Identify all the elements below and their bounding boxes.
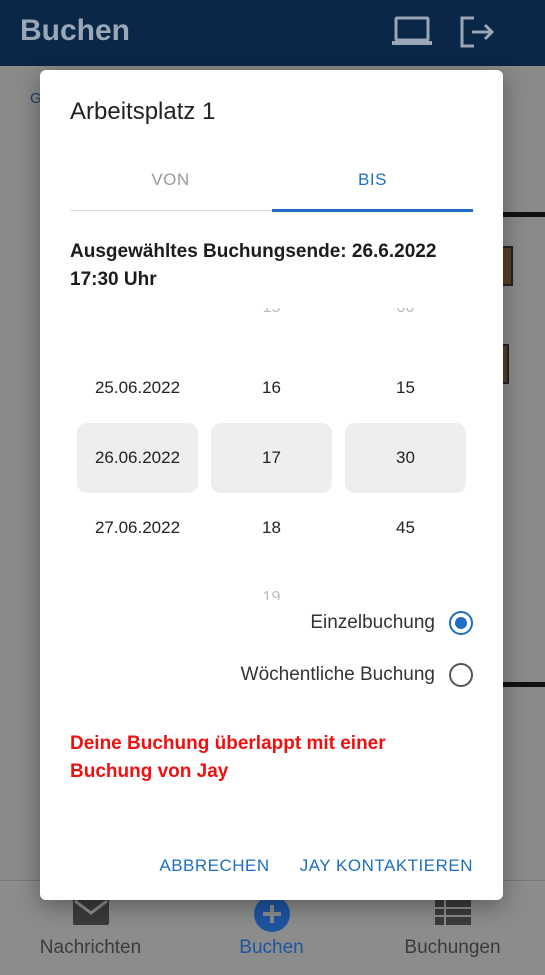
date-option[interactable]: 27.06.2022	[77, 493, 198, 563]
single-booking-radio[interactable]	[449, 611, 473, 635]
date-option[interactable]: 25.06.2022	[77, 353, 198, 423]
dialog-actions: ABBRECHEN JAY KONTAKTIEREN	[139, 852, 483, 880]
option-single-booking[interactable]: Einzelbuchung	[310, 608, 473, 638]
dialog-title: Arbeitsplatz 1	[70, 98, 216, 125]
date-time-picker: 25.06.2022 26.06.2022 27.06.2022 15 16 1…	[70, 308, 473, 600]
nav-bookings-label: Buchungen	[404, 937, 501, 958]
hour-option-selected[interactable]: 17	[211, 423, 332, 493]
hour-option[interactable]: 16	[211, 353, 332, 423]
add-circle-icon	[253, 896, 290, 932]
hour-option[interactable]: 15	[211, 308, 332, 343]
tab-from[interactable]: VON	[70, 162, 271, 210]
weekly-booking-label: Wöchentliche Buchung	[240, 664, 435, 685]
minute-wheel[interactable]: 00 15 30 45	[345, 308, 466, 600]
minute-option[interactable]: 00	[345, 308, 466, 343]
minute-option[interactable]: 15	[345, 353, 466, 423]
booking-dialog: Arbeitsplatz 1 VON BIS Ausgewähltes Buch…	[40, 70, 503, 900]
hour-option[interactable]: 18	[211, 493, 332, 563]
overlap-warning: Deine Buchung überlappt mit einer Buchun…	[70, 733, 386, 782]
logout-icon[interactable]	[458, 14, 498, 50]
date-option-selected[interactable]: 26.06.2022	[77, 423, 198, 493]
hour-wheel[interactable]: 15 16 17 18 19	[211, 308, 332, 600]
minute-option-selected[interactable]: 30	[345, 423, 466, 493]
cancel-button[interactable]: ABBRECHEN	[149, 852, 279, 880]
nav-messages-label: Nachrichten	[39, 937, 142, 958]
desktop-icon[interactable]	[392, 14, 432, 50]
date-wheel[interactable]: 25.06.2022 26.06.2022 27.06.2022	[77, 308, 198, 600]
time-tabs: VON BIS	[70, 162, 473, 212]
single-booking-label: Einzelbuchung	[310, 612, 435, 633]
weekly-booking-radio[interactable]	[449, 663, 473, 687]
contact-jay-button[interactable]: JAY KONTAKTIEREN	[290, 852, 483, 880]
nav-book-label: Buchen	[239, 937, 304, 958]
app-bar: Buchen	[0, 0, 545, 66]
floorplan-wall	[500, 682, 545, 687]
app-title: Buchen	[20, 14, 131, 47]
hour-option[interactable]: 19	[211, 563, 332, 600]
minute-option[interactable]: 45	[345, 493, 466, 563]
tab-to[interactable]: BIS	[272, 162, 473, 212]
floorplan-wall	[500, 212, 545, 217]
option-weekly-booking[interactable]: Wöchentliche Buchung	[241, 660, 473, 690]
selected-end-text: Ausgewähltes Buchungsende: 26.6.2022 17:…	[70, 241, 437, 290]
